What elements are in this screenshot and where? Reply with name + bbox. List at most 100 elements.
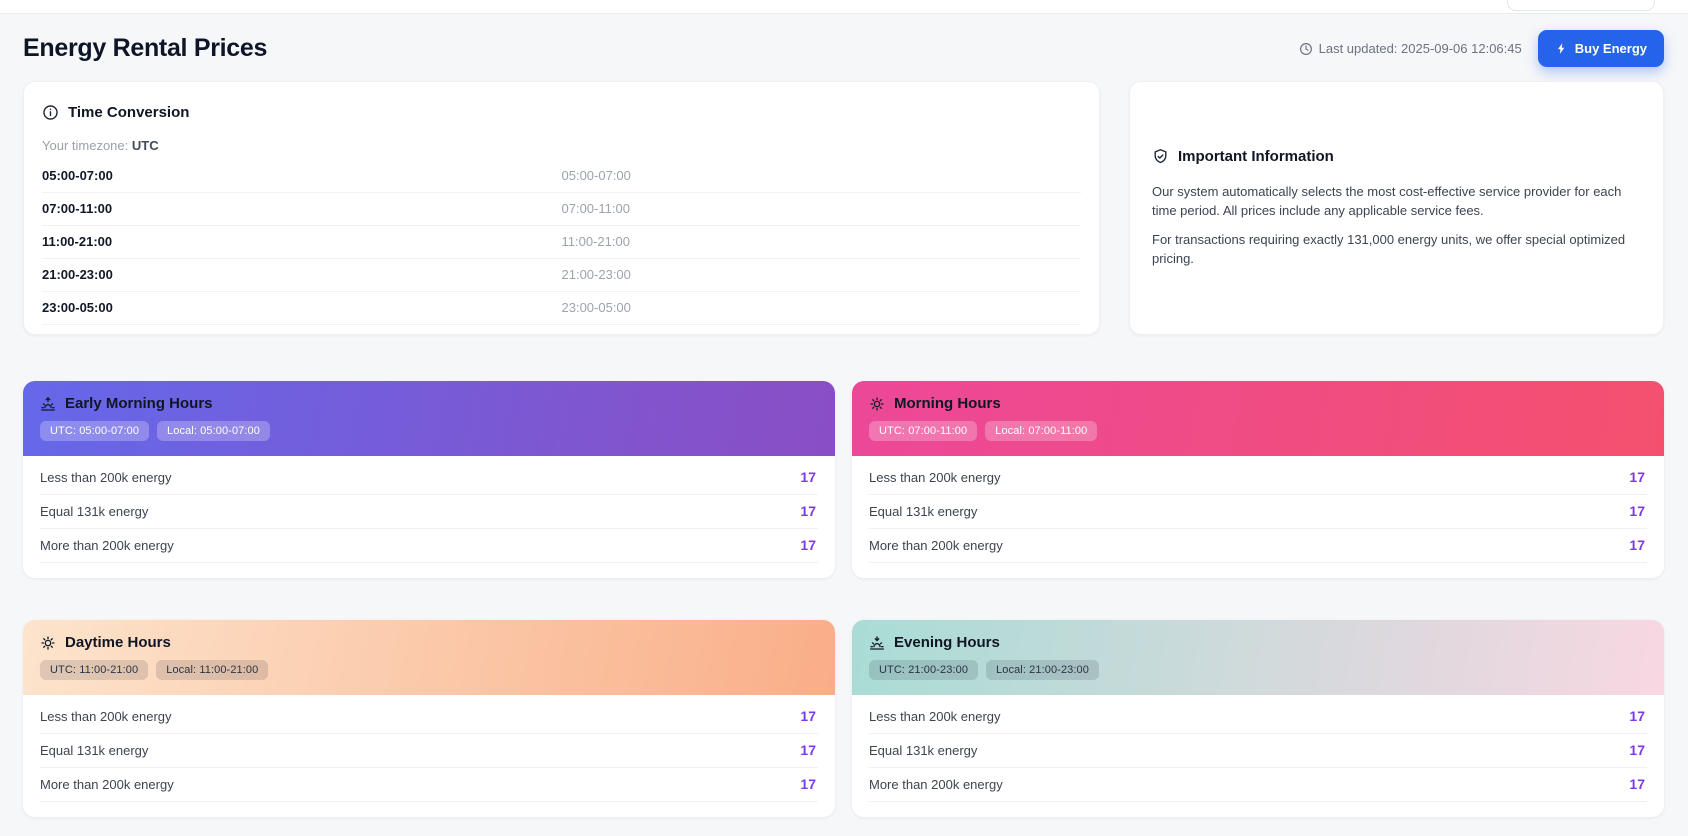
price-card-body: Less than 200k energy17Equal 131k energy… [23, 456, 835, 578]
price-card: Morning Hours UTC: 07:00-11:00 Local: 07… [852, 381, 1664, 578]
utc-time-range: 23:00-05:00 [42, 300, 562, 315]
shield-check-icon [1152, 148, 1169, 165]
price-row: Equal 131k energy 17 [40, 495, 818, 529]
price-value: 17 [1629, 469, 1645, 485]
local-time-badge: Local: 05:00-07:00 [157, 421, 270, 441]
utc-time-badge: UTC: 11:00-21:00 [40, 660, 148, 680]
price-row-label: Less than 200k energy [869, 709, 1001, 724]
time-conversion-row: 11:00-21:0011:00-21:00 [42, 226, 1081, 259]
price-row-label: More than 200k energy [869, 538, 1003, 553]
time-conversion-card: Time Conversion Your timezone: UTC 05:00… [23, 81, 1100, 335]
price-row-label: Equal 131k energy [40, 743, 148, 758]
price-value: 17 [1629, 708, 1645, 724]
price-grid-bottom: Daytime Hours UTC: 11:00-21:00 Local: 11… [23, 620, 1664, 817]
important-info-card: Important Information Our system automat… [1129, 81, 1664, 335]
price-row: Equal 131k energy 17 [869, 495, 1647, 529]
sun-icon [40, 635, 56, 651]
price-value: 17 [800, 469, 816, 485]
sunset-icon [869, 635, 885, 651]
price-card-header: Early Morning Hours UTC: 05:00-07:00 Loc… [23, 381, 835, 456]
timezone-label: Your timezone: [42, 138, 128, 153]
time-conversion-rows: 05:00-07:0005:00-07:0007:00-11:0007:00-1… [42, 160, 1081, 325]
last-updated-text: Last updated: 2025-09-06 12:06:45 [1319, 41, 1522, 56]
price-card: Early Morning Hours UTC: 05:00-07:00 Loc… [23, 381, 835, 578]
price-row: Equal 131k energy 17 [40, 734, 818, 768]
price-card-title: Early Morning Hours [65, 395, 213, 412]
time-conversion-title: Time Conversion [68, 104, 189, 121]
price-row-label: Equal 131k energy [869, 504, 977, 519]
utc-time-range: 21:00-23:00 [42, 267, 562, 282]
price-row-label: Less than 200k energy [40, 709, 172, 724]
time-conversion-row: 07:00-11:0007:00-11:00 [42, 193, 1081, 226]
price-row: Less than 200k energy 17 [40, 700, 818, 734]
local-time-range: 11:00-21:00 [562, 234, 1082, 249]
time-conversion-row: 05:00-07:0005:00-07:00 [42, 160, 1081, 193]
price-row-label: Less than 200k energy [40, 470, 172, 485]
local-time-badge: Local: 21:00-23:00 [986, 660, 1099, 680]
important-info-paragraphs: Our system automatically selects the mos… [1152, 182, 1641, 269]
important-info-paragraph: Our system automatically selects the mos… [1152, 182, 1641, 221]
price-row-label: More than 200k energy [869, 777, 1003, 792]
price-value: 17 [800, 537, 816, 553]
price-card-header: Morning Hours UTC: 07:00-11:00 Local: 07… [852, 381, 1664, 456]
page-header: Energy Rental Prices Last updated: 2025-… [0, 14, 1688, 67]
time-conversion-row: 23:00-05:0023:00-05:00 [42, 292, 1081, 325]
important-info-paragraph: For transactions requiring exactly 131,0… [1152, 230, 1641, 269]
price-value: 17 [800, 742, 816, 758]
price-row: More than 200k energy 17 [869, 768, 1647, 802]
price-value: 17 [800, 708, 816, 724]
price-row: More than 200k energy 17 [40, 529, 818, 563]
price-row: Less than 200k energy 17 [869, 461, 1647, 495]
price-row-label: Equal 131k energy [40, 504, 148, 519]
price-card: Daytime Hours UTC: 11:00-21:00 Local: 11… [23, 620, 835, 817]
price-card-body: Less than 200k energy17Equal 131k energy… [852, 456, 1664, 578]
page-title: Energy Rental Prices [23, 34, 267, 63]
price-card-body: Less than 200k energy17Equal 131k energy… [852, 695, 1664, 817]
local-time-range: 07:00-11:00 [562, 201, 1082, 216]
buy-energy-button[interactable]: Buy Energy [1538, 30, 1664, 67]
utc-time-range: 07:00-11:00 [42, 201, 562, 216]
local-time-range: 23:00-05:00 [562, 300, 1082, 315]
utc-time-badge: UTC: 05:00-07:00 [40, 421, 149, 441]
local-time-range: 21:00-23:00 [562, 267, 1082, 282]
price-row: More than 200k energy 17 [869, 529, 1647, 563]
price-card-title: Daytime Hours [65, 634, 171, 651]
price-value: 17 [1629, 776, 1645, 792]
price-value: 17 [1629, 537, 1645, 553]
sun-icon [869, 396, 885, 412]
cutoff-nav-button[interactable] [1507, 0, 1655, 11]
timezone-line: Your timezone: UTC [42, 138, 1081, 153]
price-card-header: Daytime Hours UTC: 11:00-21:00 Local: 11… [23, 620, 835, 695]
price-card-title: Evening Hours [894, 634, 1000, 651]
local-time-range: 05:00-07:00 [562, 168, 1082, 183]
price-row: Equal 131k energy 17 [869, 734, 1647, 768]
price-value: 17 [800, 503, 816, 519]
local-time-badge: Local: 11:00-21:00 [156, 660, 268, 680]
important-info-title: Important Information [1178, 148, 1334, 165]
info-icon [42, 104, 59, 121]
clock-icon [1299, 42, 1313, 56]
price-card-header: Evening Hours UTC: 21:00-23:00 Local: 21… [852, 620, 1664, 695]
price-row: Less than 200k energy 17 [869, 700, 1647, 734]
utc-time-range: 11:00-21:00 [42, 234, 562, 249]
time-conversion-row: 21:00-23:0021:00-23:00 [42, 259, 1081, 292]
price-card-body: Less than 200k energy17Equal 131k energy… [23, 695, 835, 817]
top-navbar [0, 0, 1688, 14]
price-row-label: More than 200k energy [40, 538, 174, 553]
price-row-label: Equal 131k energy [869, 743, 977, 758]
price-row: More than 200k energy17 [40, 768, 818, 802]
price-grid-top: Early Morning Hours UTC: 05:00-07:00 Loc… [23, 381, 1664, 578]
local-time-badge: Local: 07:00-11:00 [985, 421, 1097, 441]
price-value: 17 [1629, 742, 1645, 758]
utc-time-badge: UTC: 21:00-23:00 [869, 660, 978, 680]
price-value: 17 [1629, 503, 1645, 519]
sunrise-icon [40, 396, 56, 412]
utc-time-badge: UTC: 07:00-11:00 [869, 421, 977, 441]
price-card: Evening Hours UTC: 21:00-23:00 Local: 21… [852, 620, 1664, 817]
price-value: 17 [800, 776, 816, 792]
price-row-label: Less than 200k energy [869, 470, 1001, 485]
main-content: Time Conversion Your timezone: UTC 05:00… [0, 67, 1688, 817]
price-row: Less than 200k energy 17 [40, 461, 818, 495]
last-updated-status: Last updated: 2025-09-06 12:06:45 [1299, 41, 1522, 56]
bolt-icon [1555, 42, 1568, 55]
